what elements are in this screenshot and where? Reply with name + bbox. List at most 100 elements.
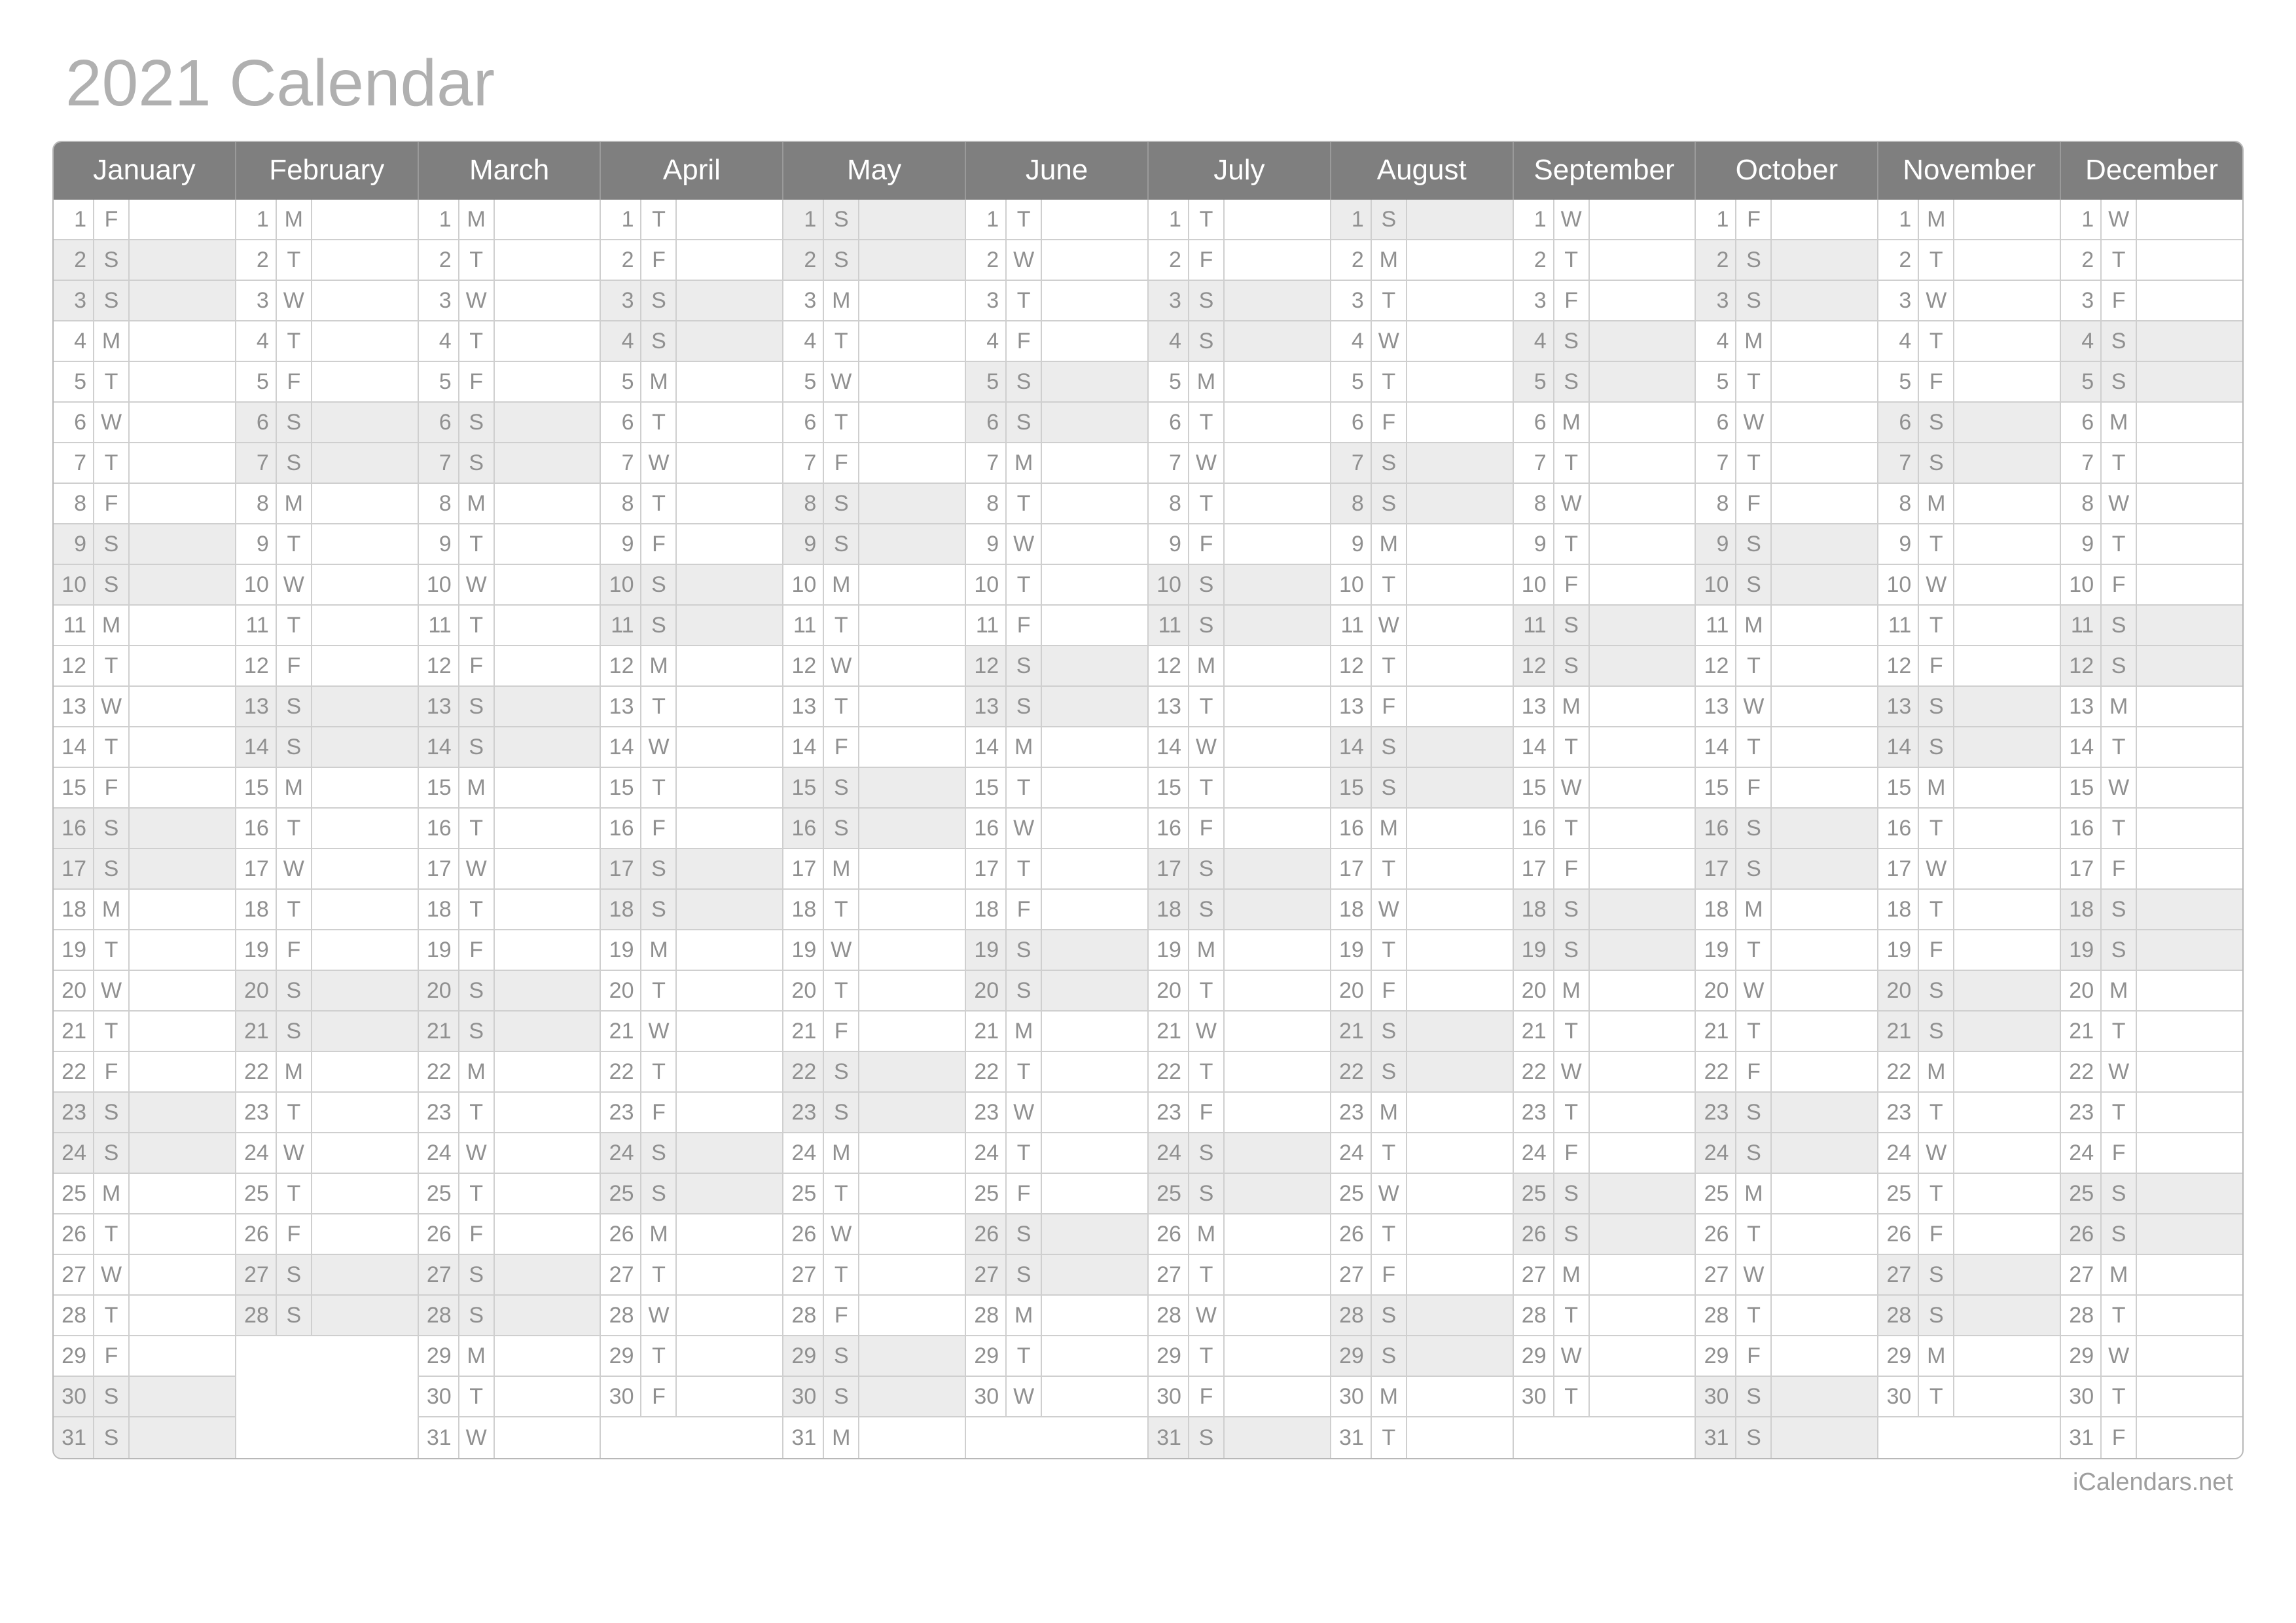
day-cell <box>312 1012 418 1051</box>
day-cell <box>1225 524 1330 564</box>
day-row: 10F <box>2061 565 2242 606</box>
day-cell <box>1042 200 1147 239</box>
page-title: 2021 Calendar <box>65 46 2244 121</box>
day-of-week: F <box>459 362 495 401</box>
day-cell <box>1772 930 1877 970</box>
day-row: 26M <box>601 1214 782 1255</box>
day-row: 11W <box>1331 606 1513 646</box>
day-row: 6S <box>1878 403 2060 443</box>
day-row: 25T <box>236 1174 418 1214</box>
day-number: 9 <box>419 524 459 564</box>
day-cell <box>495 768 600 807</box>
day-row: 21F <box>783 1012 965 1052</box>
day-of-week: M <box>1372 524 1407 564</box>
day-row: 21S <box>1878 1012 2060 1052</box>
day-row: 19F <box>1878 930 2060 971</box>
day-of-week: S <box>824 524 859 564</box>
day-cell <box>130 240 235 280</box>
day-row: 15M <box>1878 768 2060 809</box>
day-cell <box>1590 565 1695 604</box>
day-cell <box>1590 1336 1695 1376</box>
day-number: 16 <box>966 809 1007 848</box>
day-row: 7W <box>1149 443 1330 484</box>
day-cell <box>2137 1093 2242 1132</box>
day-cell <box>1225 362 1330 401</box>
day-row: 10S <box>601 565 782 606</box>
day-row: 24M <box>783 1133 965 1174</box>
day-of-week: T <box>459 240 495 280</box>
day-row: 28T <box>2061 1296 2242 1336</box>
day-row: 15F <box>1696 768 1877 809</box>
day-cell <box>1954 362 2060 401</box>
day-of-week: S <box>277 687 312 726</box>
day-row: 30S <box>54 1377 235 1417</box>
day-of-week: S <box>1372 200 1407 239</box>
day-row: 18F <box>966 890 1147 930</box>
day-row: 4S <box>1149 321 1330 362</box>
day-number: 30 <box>1696 1377 1736 1416</box>
calendar-container: JanuaryFebruaryMarchAprilMayJuneJulyAugu… <box>52 141 2244 1459</box>
day-cell <box>312 281 418 320</box>
day-of-week: M <box>1736 890 1772 929</box>
day-of-week: M <box>1554 1255 1590 1294</box>
day-row: 16T <box>236 809 418 849</box>
day-cell <box>677 240 782 280</box>
day-row: 4T <box>419 321 600 362</box>
day-number: 8 <box>1149 484 1189 523</box>
day-row: 26S <box>966 1214 1147 1255</box>
day-of-week: M <box>641 930 677 970</box>
day-row: 23T <box>419 1093 600 1133</box>
day-cell <box>1954 1133 2060 1173</box>
day-row: 19F <box>236 930 418 971</box>
day-cell <box>312 403 418 442</box>
day-row: 3S <box>54 281 235 321</box>
day-number: 24 <box>419 1133 459 1173</box>
day-of-week: T <box>824 606 859 645</box>
day-of-week: T <box>1007 484 1042 523</box>
day-number: 23 <box>601 1093 641 1132</box>
day-cell <box>1772 1417 1877 1458</box>
day-cell <box>1407 200 1513 239</box>
day-number: 7 <box>601 443 641 483</box>
day-cell <box>859 727 965 767</box>
day-number: 13 <box>1149 687 1189 726</box>
day-row: 16T <box>419 809 600 849</box>
day-row: 7S <box>236 443 418 484</box>
day-row: 12T <box>1696 646 1877 687</box>
day-number: 22 <box>54 1052 94 1091</box>
day-of-week: M <box>1554 971 1590 1010</box>
day-cell <box>495 890 600 929</box>
day-number: 20 <box>1878 971 1919 1010</box>
day-number: 10 <box>54 565 94 604</box>
day-number: 4 <box>601 321 641 361</box>
day-of-week: M <box>94 890 130 929</box>
day-number: 6 <box>601 403 641 442</box>
day-of-week: W <box>1919 1133 1954 1173</box>
day-of-week: S <box>1372 1336 1407 1376</box>
day-of-week: W <box>459 1133 495 1173</box>
day-number: 22 <box>1878 1052 1919 1091</box>
day-of-week: M <box>2102 1255 2137 1294</box>
day-row: 13F <box>1331 687 1513 727</box>
day-number: 25 <box>601 1174 641 1213</box>
day-number: 15 <box>966 768 1007 807</box>
day-number: 14 <box>1878 727 1919 767</box>
day-row: 31F <box>2061 1417 2242 1458</box>
day-of-week: T <box>94 727 130 767</box>
day-row <box>236 1336 418 1377</box>
day-number: 16 <box>2061 809 2102 848</box>
day-row: 23S <box>1696 1093 1877 1133</box>
day-number: 22 <box>1331 1052 1372 1091</box>
day-number: 26 <box>1696 1214 1736 1254</box>
day-row: 16W <box>966 809 1147 849</box>
day-number: 18 <box>419 890 459 929</box>
day-of-week: F <box>1189 524 1225 564</box>
day-row: 9T <box>1514 524 1695 565</box>
day-of-week: T <box>1554 240 1590 280</box>
day-row: 18S <box>1149 890 1330 930</box>
day-cell <box>1772 1093 1877 1132</box>
day-row: 16F <box>601 809 782 849</box>
day-number: 9 <box>1878 524 1919 564</box>
day-of-week: T <box>1736 727 1772 767</box>
day-row: 12S <box>1514 646 1695 687</box>
